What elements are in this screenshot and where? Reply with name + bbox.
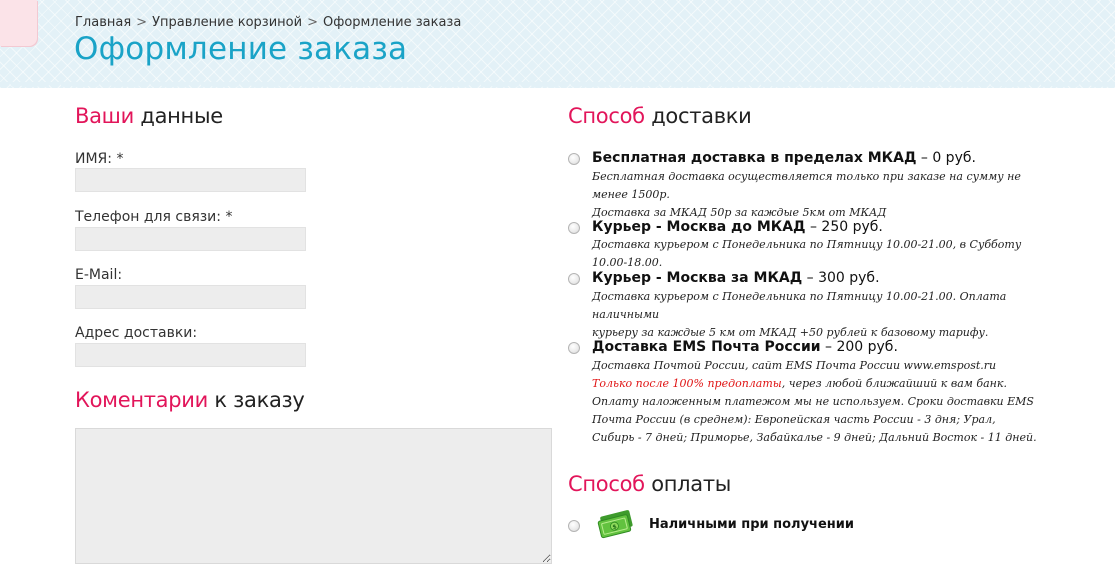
delivery-option-desc: Доставка курьером с Понедельника по Пятн… — [592, 236, 1042, 272]
delivery-option-title: Курьер - Москва до МКАД – 250 руб. — [592, 219, 883, 235]
corner-tab[interactable] — [0, 0, 37, 46]
breadcrumb-separator: > — [136, 15, 148, 30]
cash-icon: $ — [597, 510, 633, 539]
delivery-option-title: Бесплатная доставка в пределах МКАД – 0 … — [592, 150, 976, 166]
delivery-option-name: Бесплатная доставка в пределах МКАД — [592, 150, 917, 166]
delivery-option-name: Курьер - Москва за МКАД — [592, 270, 803, 286]
heading-accent: Способ — [568, 104, 645, 128]
delivery-radio-courier-inside[interactable] — [568, 222, 580, 234]
heading-rest: оплаты — [651, 472, 732, 496]
breadcrumb-separator: > — [307, 15, 318, 30]
payment-radio-cash[interactable] — [568, 520, 580, 532]
delivery-option-price: – 200 руб. — [820, 339, 898, 355]
delivery-option-desc: Доставка курьером с Понедельника по Пятн… — [592, 288, 1042, 342]
breadcrumb: Главная > Управление корзиной > Оформление з… — [75, 15, 461, 30]
address-label: Адрес доставки: — [75, 325, 198, 341]
email-label: E-Mail: — [75, 267, 123, 283]
delivery-option-title: Курьер - Москва за МКАД – 300 руб. — [592, 270, 880, 286]
header-scalloped-edge — [0, 82, 1115, 90]
name-input[interactable] — [75, 168, 306, 192]
heading-rest: доставки — [651, 104, 752, 128]
heading-rest: данные — [140, 104, 223, 128]
phone-label: Телефон для связи: * — [75, 209, 233, 225]
delivery-heading: Способ доставки — [568, 104, 752, 128]
desc-line: Доставка курьером с Понедельника по Пятн… — [592, 238, 1022, 269]
desc-line: Бесплатная доставка осуществляется тольк… — [592, 170, 1021, 201]
payment-heading: Способ оплаты — [568, 472, 731, 496]
payment-option-label: Наличными при получении — [649, 517, 854, 532]
delivery-radio-ems[interactable] — [568, 342, 580, 354]
heading-rest: к заказу — [214, 388, 305, 412]
address-input[interactable] — [75, 343, 306, 367]
delivery-option-title: Доставка EMS Почта России – 200 руб. — [592, 339, 898, 355]
desc-line: Доставка курьером с Понедельника по Пятн… — [592, 290, 1007, 321]
breadcrumb-home[interactable]: Главная — [75, 15, 131, 30]
delivery-option-price: – 250 руб. — [805, 219, 883, 235]
phone-input[interactable] — [75, 227, 306, 251]
desc-text: Доставка Почтой России, сайт EMS Почта Р… — [592, 359, 997, 372]
delivery-option-desc: Доставка Почтой России, сайт EMS Почта Р… — [592, 357, 1037, 447]
personal-data-heading: Ваши данные — [75, 104, 223, 128]
delivery-option-price: – 300 руб. — [802, 270, 880, 286]
delivery-option-price: – 0 руб. — [916, 150, 976, 166]
breadcrumb-current: Оформление заказа — [322, 15, 462, 30]
prepayment-warning: Только после 100% предоплаты — [592, 377, 782, 390]
page-title: Оформление заказа — [74, 31, 408, 67]
delivery-option-desc: Бесплатная доставка осуществляется тольк… — [592, 168, 1042, 222]
delivery-option-name: Курьер - Москва до МКАД — [592, 219, 806, 235]
delivery-radio-courier-outside[interactable] — [568, 273, 580, 285]
delivery-radio-free[interactable] — [568, 153, 580, 165]
email-input[interactable] — [75, 285, 306, 309]
comments-heading: Коментарии к заказу — [75, 388, 305, 412]
heading-accent: Способ — [568, 472, 645, 496]
breadcrumb-cart[interactable]: Управление корзиной — [152, 15, 302, 30]
heading-accent: Ваши — [75, 104, 134, 128]
delivery-option-name: Доставка EMS Почта России — [592, 339, 821, 355]
name-label: ИМЯ: * — [75, 151, 124, 167]
comment-textarea[interactable] — [75, 428, 552, 564]
heading-accent: Коментарии — [75, 388, 208, 412]
